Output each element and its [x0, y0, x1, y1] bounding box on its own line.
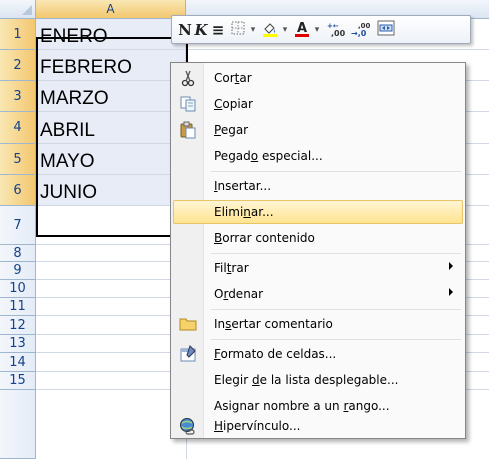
menu-item-insert[interactable]: Insertar... — [173, 174, 463, 198]
menu-item-label: Borrar contenido — [214, 231, 315, 245]
italic-button[interactable]: K — [194, 20, 208, 40]
row-header[interactable]: 5 — [0, 144, 36, 175]
cell-a[interactable] — [36, 262, 186, 280]
borders-button[interactable] — [230, 20, 246, 40]
menu-item-label: Hipervínculo... — [214, 419, 301, 433]
increase-decimal-icon: +←,00 — [327, 22, 346, 38]
row-header-filler — [0, 390, 36, 459]
menu-item-label: Elegir de la lista desplegable... — [214, 373, 399, 387]
menu-item-label: Pegado especial... — [214, 149, 323, 163]
menu-separator — [211, 309, 461, 310]
row-header[interactable]: 12 — [0, 316, 36, 335]
menu-item-label: Pegar — [214, 123, 249, 137]
font-color-dropdown-icon[interactable]: ▾ — [312, 20, 322, 40]
menu-item-label: Cortar — [214, 71, 252, 85]
hyperlink-icon — [179, 417, 197, 435]
submenu-arrow-icon — [449, 262, 453, 270]
menu-item-paste[interactable]: Pegar — [173, 118, 463, 142]
menu-item-paste-special[interactable]: Pegado especial... — [173, 144, 463, 168]
cell-a[interactable] — [36, 372, 186, 390]
select-all-corner[interactable] — [0, 0, 36, 19]
svg-text:→,0: →,0 — [351, 29, 367, 38]
menu-item-insert-comment[interactable]: Insertar comentario — [173, 312, 463, 336]
mini-toolbar: N K ≡ ▾ ▾ A ▾ +← ,00 ,00 →,0 — [171, 15, 471, 44]
svg-text:A: A — [297, 21, 307, 36]
center-align-button[interactable]: ≡ — [210, 20, 226, 40]
cell-a[interactable] — [36, 280, 186, 298]
merge-cells-icon — [377, 20, 395, 36]
row-header[interactable]: 8 — [0, 245, 36, 262]
row-header[interactable]: 15 — [0, 372, 36, 390]
svg-text:,00: ,00 — [331, 29, 346, 38]
menu-item-label: Insertar... — [214, 179, 272, 193]
menu-item-clear-contents[interactable]: Borrar contenido — [173, 226, 463, 250]
row-header[interactable]: 2 — [0, 50, 36, 81]
menu-separator — [211, 339, 461, 340]
cell-a[interactable] — [36, 353, 186, 372]
borders-icon — [231, 21, 245, 35]
menu-item-label: Asignar nombre a un rango... — [214, 399, 390, 413]
cell-a[interactable] — [36, 316, 186, 335]
scissors-icon — [179, 69, 197, 87]
menu-item-filter[interactable]: Filtrar — [173, 256, 463, 280]
menu-item-label: Formato de celdas... — [214, 347, 337, 361]
fill-dropdown-icon[interactable]: ▾ — [280, 20, 290, 40]
bold-button[interactable]: N — [178, 20, 192, 40]
cell-a[interactable] — [36, 298, 186, 316]
font-color-button[interactable]: A — [292, 20, 312, 40]
cell-a[interactable] — [36, 335, 186, 353]
menu-separator — [211, 253, 461, 254]
row-header[interactable]: 9 — [0, 262, 36, 280]
menu-item-label: Ordenar — [214, 287, 264, 301]
decrease-decimal-icon: ,00→,0 — [351, 22, 371, 38]
menu-item-cut[interactable]: Cortar — [173, 66, 463, 90]
fill-color-button[interactable] — [260, 20, 280, 40]
cell-a[interactable] — [36, 245, 186, 262]
font-color-icon: A — [295, 21, 309, 37]
row-header[interactable]: 7 — [0, 206, 36, 245]
borders-dropdown-icon[interactable]: ▾ — [248, 20, 258, 40]
paste-icon — [179, 121, 197, 139]
menu-item-delete[interactable]: Eliminar... — [173, 200, 463, 224]
menu-item-label: Insertar comentario — [214, 317, 333, 331]
comment-icon — [179, 315, 197, 333]
row-header[interactable]: 13 — [0, 335, 36, 353]
row-header[interactable]: 11 — [0, 298, 36, 316]
row-header[interactable]: 3 — [0, 81, 36, 112]
row-header[interactable]: 1 — [0, 19, 36, 50]
menu-separator — [211, 171, 461, 172]
row-header[interactable]: 6 — [0, 175, 36, 206]
decrease-decimal-button[interactable]: ,00 →,0 — [350, 20, 372, 40]
row-header[interactable]: 4 — [0, 112, 36, 144]
row-header[interactable]: 10 — [0, 280, 36, 298]
menu-item-hyperlink[interactable]: Hipervínculo... — [173, 414, 463, 438]
copy-icon — [179, 95, 197, 113]
row-header[interactable]: 14 — [0, 353, 36, 372]
menu-item-label: Copiar — [214, 97, 253, 111]
menu-item-format-cells[interactable]: Formato de celdas... — [173, 342, 463, 366]
increase-decimal-button[interactable]: +← ,00 — [326, 20, 348, 40]
menu-item-sort[interactable]: Ordenar — [173, 282, 463, 306]
merge-center-button[interactable] — [376, 20, 396, 40]
selection-border — [36, 37, 188, 237]
column-header-a[interactable]: A — [36, 0, 186, 19]
menu-item-copy[interactable]: Copiar — [173, 92, 463, 116]
menu-item-label: Filtrar — [214, 261, 249, 275]
submenu-arrow-icon — [449, 288, 453, 296]
fill-bucket-icon — [263, 23, 277, 37]
menu-item-label: Eliminar... — [214, 205, 274, 219]
menu-item-pick-from-list[interactable]: Elegir de la lista desplegable... — [173, 368, 463, 392]
format-cells-icon — [179, 345, 197, 363]
context-menu: Cortar Copiar Pegar Pegado especial... I… — [170, 62, 466, 439]
